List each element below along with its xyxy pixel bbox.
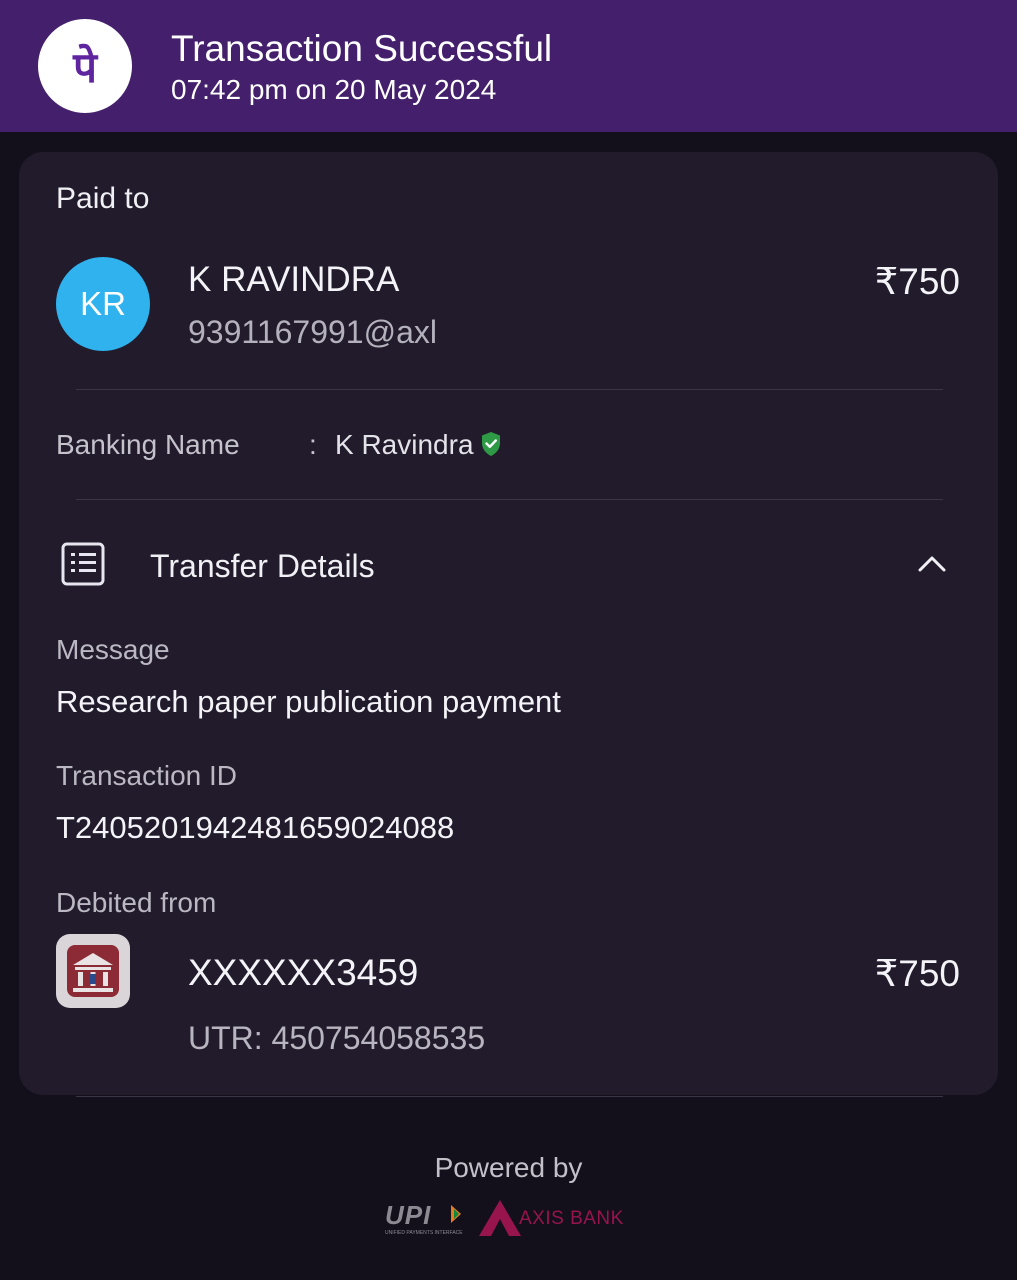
debit-account-number: XXXXXX3459	[188, 952, 419, 993]
axis-bank-logo-icon	[479, 1200, 521, 1236]
upi-logo: UPI UNIFIED PAYMENTS INTERFACE	[385, 1200, 463, 1236]
divider	[76, 389, 943, 390]
axis-bank-name: AXIS BANK	[519, 1208, 624, 1229]
divider	[76, 499, 943, 500]
transaction-details-card: Paid to KR K RAVINDRA 9391167991@axl ₹75…	[19, 152, 998, 1095]
banking-name-separator: :	[309, 429, 317, 460]
message-value: Research paper publication payment	[56, 684, 561, 719]
transaction-status-title: Transaction Successful	[171, 28, 553, 69]
verified-shield-icon	[482, 432, 500, 456]
divider	[76, 1096, 943, 1097]
phonepe-logo: पे	[38, 19, 132, 113]
payee-name: K RAVINDRA	[188, 260, 400, 299]
phonepe-logo-glyph: पे	[73, 42, 97, 92]
chevron-up-icon[interactable]	[917, 553, 947, 573]
powered-by-label: Powered by	[434, 1152, 583, 1183]
paid-amount: ₹750	[874, 261, 960, 302]
message-label: Message	[56, 634, 170, 665]
debited-from-label: Debited from	[56, 887, 217, 918]
payee-avatar: KR	[56, 257, 150, 351]
upi-tagline: UNIFIED PAYMENTS INTERFACE	[385, 1230, 463, 1236]
payee-upi-id: 9391167991@axl	[188, 314, 437, 350]
paid-to-label: Paid to	[56, 182, 150, 215]
transaction-id-label: Transaction ID	[56, 760, 238, 791]
utr-number[interactable]: UTR: 450754058535	[188, 1020, 485, 1057]
banking-name-value: K Ravindra	[335, 429, 474, 460]
debit-amount: ₹750	[874, 953, 960, 994]
upi-arrow-icon	[451, 1205, 461, 1223]
upi-logo-text: UPI	[385, 1200, 432, 1230]
bank-icon	[56, 934, 130, 1008]
bank-building-icon	[67, 945, 119, 997]
partner-logos: UPI UNIFIED PAYMENTS INTERFACE AXIS BANK	[385, 1198, 635, 1238]
transaction-datetime: 07:42 pm on 20 May 2024	[171, 74, 497, 105]
status-header: पे Transaction Successful 07:42 pm on 20…	[0, 0, 1017, 132]
payee-initials: KR	[80, 285, 126, 322]
banking-name-label: Banking Name	[56, 429, 240, 460]
transfer-details-title[interactable]: Transfer Details	[150, 548, 375, 585]
receipt-icon	[61, 542, 105, 586]
transaction-id-value[interactable]: T2405201942481659024088	[56, 810, 454, 846]
